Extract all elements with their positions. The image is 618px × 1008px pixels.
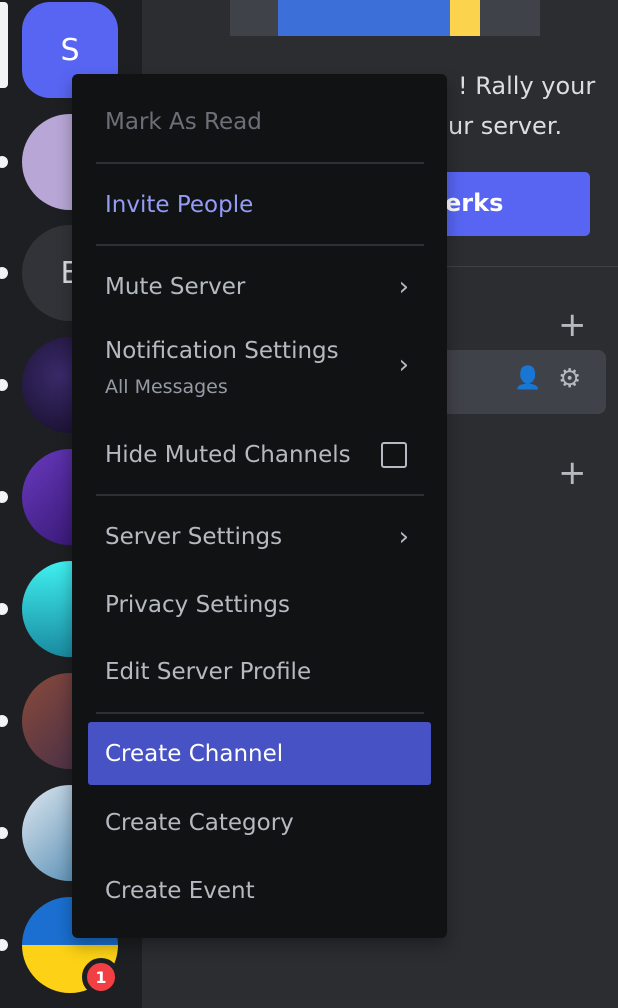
checkbox[interactable]	[381, 442, 407, 468]
selected-indicator	[0, 2, 8, 88]
unread-dot	[0, 156, 8, 168]
unread-dot	[0, 939, 8, 951]
divider	[96, 244, 424, 246]
banner-card	[278, 0, 450, 36]
label: Mute Server	[105, 274, 246, 300]
notification-value: All Messages	[105, 376, 228, 398]
promo-text-2: ur server.	[448, 112, 563, 140]
menu-create-category[interactable]: Create Category	[88, 795, 431, 851]
menu-create-event[interactable]: Create Event	[88, 863, 431, 919]
menu-mark-as-read[interactable]: Mark As Read	[88, 94, 431, 150]
chevron-right-icon: ›	[398, 272, 409, 302]
label: Invite People	[105, 192, 254, 218]
menu-privacy-settings[interactable]: Privacy Settings	[88, 577, 431, 633]
menu-hide-muted-channels[interactable]: Hide Muted Channels	[88, 427, 431, 483]
label: Privacy Settings	[105, 592, 290, 618]
add-channel-icon[interactable]: +	[558, 456, 587, 490]
menu-invite-people[interactable]: Invite People	[88, 177, 431, 233]
menu-notification-settings[interactable]: Notification Settings All Messages ›	[88, 326, 431, 406]
divider	[96, 712, 424, 714]
server-context-menu: Mark As Read Invite People Mute Server › …	[72, 74, 447, 938]
divider	[96, 494, 424, 496]
chevron-right-icon: ›	[398, 522, 409, 552]
label: Hide Muted Channels	[105, 442, 351, 468]
label: Notification Settings	[105, 338, 339, 364]
gear-icon[interactable]: ⚙	[558, 364, 581, 394]
add-channel-icon[interactable]: +	[558, 308, 587, 342]
menu-server-settings[interactable]: Server Settings ›	[88, 509, 431, 565]
promo-text-1: ! Rally your	[458, 72, 596, 100]
invite-icon[interactable]: 👤	[514, 366, 541, 391]
menu-edit-server-profile[interactable]: Edit Server Profile	[88, 644, 431, 700]
label: Create Channel	[105, 740, 284, 767]
unread-dot	[0, 379, 8, 391]
label: Create Event	[105, 878, 255, 904]
unread-dot	[0, 603, 8, 615]
chevron-right-icon: ›	[398, 350, 409, 380]
label: Create Category	[105, 810, 294, 836]
unread-dot	[0, 715, 8, 727]
divider	[96, 162, 424, 164]
boost-banner-art	[230, 0, 540, 36]
label: Mark As Read	[105, 109, 262, 135]
unread-dot	[0, 491, 8, 503]
menu-create-channel[interactable]: Create Channel	[88, 722, 431, 785]
menu-mute-server[interactable]: Mute Server ›	[88, 259, 431, 315]
mention-badge: 1	[82, 958, 120, 996]
label: Edit Server Profile	[105, 659, 312, 685]
unread-dot	[0, 267, 8, 279]
unread-dot	[0, 827, 8, 839]
banner-yellow	[450, 0, 480, 36]
server-initial: S	[60, 32, 80, 68]
label: Server Settings	[105, 524, 283, 550]
perks-label: erks	[445, 189, 504, 217]
